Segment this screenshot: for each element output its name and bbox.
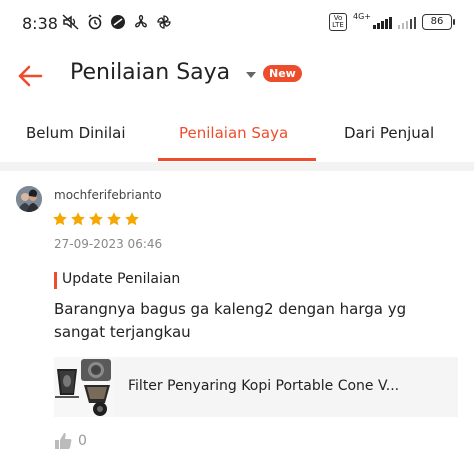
- active-tab-indicator: [158, 158, 316, 161]
- status-time: 8:38: [22, 14, 58, 33]
- product-name: Filter Penyaring Kopi Portable Cone V...: [128, 378, 400, 394]
- review-tabs: Belum Dinilai Penilaian Saya Dari Penjua…: [0, 112, 474, 162]
- network-type: 4G+: [353, 11, 371, 21]
- tab-penilaian-saya[interactable]: Penilaian Saya: [179, 124, 288, 142]
- review-datetime: 27-09-2023 06:46: [54, 237, 163, 251]
- new-badge: New: [263, 65, 302, 82]
- thumbs-up-icon: [55, 433, 72, 449]
- back-button[interactable]: [16, 62, 44, 90]
- app-header: Penilaian Saya New: [0, 50, 474, 105]
- like-count: 0: [78, 433, 87, 449]
- avatar[interactable]: [16, 186, 42, 212]
- status-bar: 8:38 Vo LTE 4G+ 86: [0, 0, 474, 50]
- pinwheel-icon: [156, 14, 172, 30]
- signal-icon-2: [397, 15, 416, 29]
- star-icon: [53, 212, 67, 226]
- star-icon: [71, 212, 85, 226]
- tab-dari-penjual[interactable]: Dari Penjual: [344, 124, 434, 142]
- section-divider: [0, 162, 474, 171]
- mute-icon: [62, 14, 80, 30]
- review-comment: Barangnya bagus ga kaleng2 dengan harga …: [54, 300, 407, 341]
- battery-icon: 86: [422, 14, 455, 30]
- signal-icon: [373, 15, 392, 29]
- chevron-down-icon[interactable]: [246, 72, 256, 78]
- status-right: Vo LTE 4G+ 86: [329, 11, 455, 31]
- star-icon: [107, 212, 121, 226]
- alarm-icon: [87, 14, 103, 30]
- reviewer-username[interactable]: mochferifebrianto: [54, 188, 162, 202]
- page-title[interactable]: Penilaian Saya: [70, 60, 230, 85]
- update-accent-bar: [54, 272, 57, 289]
- like-button[interactable]: 0: [54, 432, 87, 450]
- fan-icon: [133, 14, 149, 30]
- star-icon: [89, 212, 103, 226]
- rating-stars: [52, 211, 140, 227]
- product-image: [54, 357, 114, 417]
- volte-icon: Vo LTE: [329, 13, 347, 31]
- update-review-label: Update Penilaian: [62, 271, 181, 287]
- arrow-left-icon: [18, 65, 43, 87]
- vpn-icon: [110, 14, 126, 30]
- product-card[interactable]: Filter Penyaring Kopi Portable Cone V...: [54, 357, 458, 417]
- status-icons: [62, 14, 172, 30]
- star-icon: [125, 212, 139, 226]
- tab-belum-dinilai[interactable]: Belum Dinilai: [26, 124, 126, 142]
